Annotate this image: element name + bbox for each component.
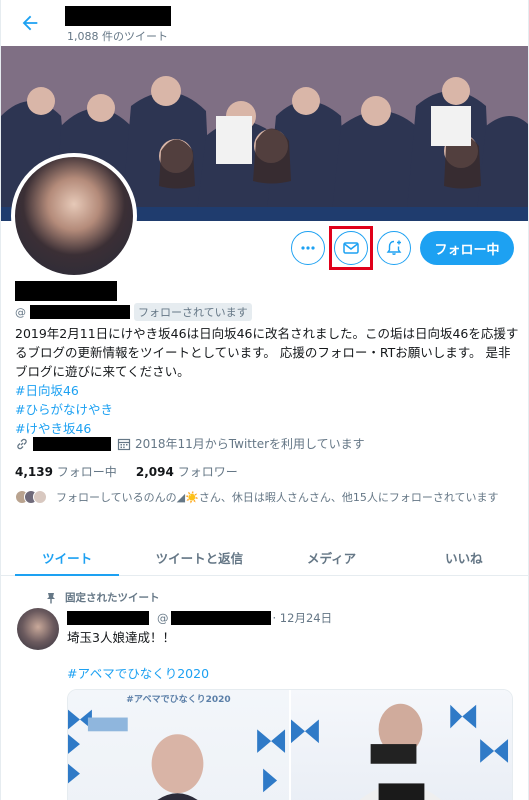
following-button[interactable]: フォロー中 (420, 231, 514, 265)
handle-row: @ フォローされています (15, 303, 252, 321)
pinned-label: 固定されたツイート (65, 592, 160, 604)
redacted-tweet-handle (170, 611, 271, 625)
profile-tabs: ツイート ツイートと返信 メディア いいね (1, 540, 528, 576)
redacted-profile-name (15, 281, 117, 301)
follows-you-badge: フォローされています (134, 303, 252, 321)
following-count-link[interactable]: 4,139 フォロー中 (15, 465, 117, 479)
profile-page: 1,088 件のツイート フォロー中 @ フォローされています 2019年2月1… (0, 0, 529, 800)
message-button-highlight (329, 226, 373, 270)
tweet-text: 埼玉3人娘達成！！ (67, 630, 175, 645)
more-options-button[interactable] (291, 231, 325, 265)
tab-tweets-replies[interactable]: ツイートと返信 (133, 540, 265, 575)
redacted-handle (30, 305, 130, 319)
follow-counts: 4,139 フォロー中 2,094 フォロワー (15, 463, 238, 480)
followers-count: 2,094 (135, 465, 174, 479)
followers-label: フォロワー (177, 465, 238, 479)
joined-date: 2018年11月からTwitterを利用しています (135, 437, 365, 451)
redacted-display-name (65, 6, 171, 26)
tab-media[interactable]: メディア (266, 540, 398, 575)
tweet-media[interactable]: #アベマでひなくり2020 (67, 689, 513, 800)
tweet-hashtag[interactable]: #アベマでひなくり2020 (67, 663, 209, 682)
photo-content (68, 709, 286, 800)
tab-tweets[interactable]: ツイート (1, 540, 133, 576)
tab-likes[interactable]: いいね (398, 540, 528, 575)
avatar (33, 490, 47, 504)
profile-meta: 2018年11月からTwitterを利用しています (15, 435, 365, 452)
handle-at: @ (15, 305, 26, 319)
known-followers-text: フォローしているのんの◢☀️さん、休日は暇人さんさん、他15人にフォローされてい… (56, 491, 499, 504)
tweet-photo[interactable]: #アベマでひなくり2020 (68, 690, 289, 800)
known-followers[interactable]: フォローしているのんの◢☀️さん、休日は暇人さんさん、他15人にフォローされてい… (15, 489, 515, 506)
notifications-button[interactable] (377, 231, 411, 265)
redacted-url[interactable] (33, 436, 111, 451)
more-dots-icon (301, 246, 315, 250)
tweet-header: @ · 12月24日 (67, 610, 332, 626)
pinned-label-row: 固定されたツイート (45, 590, 160, 605)
photo-content (291, 703, 509, 800)
back-arrow-icon[interactable] (19, 12, 41, 34)
tweet-date[interactable]: · 12月24日 (273, 610, 333, 626)
link-icon (17, 438, 27, 449)
calendar-icon (117, 438, 131, 450)
bio-hashtag[interactable]: #ひらがなけやき (15, 400, 520, 419)
tweet-count: 1,088 件のツイート (67, 30, 168, 43)
profile-header: 1,088 件のツイート (1, 0, 528, 46)
bell-plus-icon (386, 240, 402, 255)
tweet-handle-at: @ (157, 611, 169, 625)
profile-bio: 2019年2月11日にけやき坂46は日向坂46に改名されました。この垢は日向坂4… (15, 324, 520, 438)
following-count: 4,139 (15, 465, 53, 479)
pin-icon (47, 592, 55, 604)
redacted-tweet-name[interactable] (67, 611, 149, 625)
profile-avatar[interactable] (11, 153, 137, 279)
bio-hashtag[interactable]: #日向坂46 (15, 381, 520, 400)
following-label: フォロー中 (56, 465, 117, 479)
tweet-author-avatar[interactable] (17, 608, 59, 650)
known-follower-avatars (15, 490, 47, 506)
followers-count-link[interactable]: 2,094 フォロワー (136, 465, 238, 479)
bio-text: 2019年2月11日にけやき坂46は日向坂46に改名されました。この垢は日向坂4… (15, 326, 519, 379)
tweet-photo[interactable] (291, 690, 512, 800)
